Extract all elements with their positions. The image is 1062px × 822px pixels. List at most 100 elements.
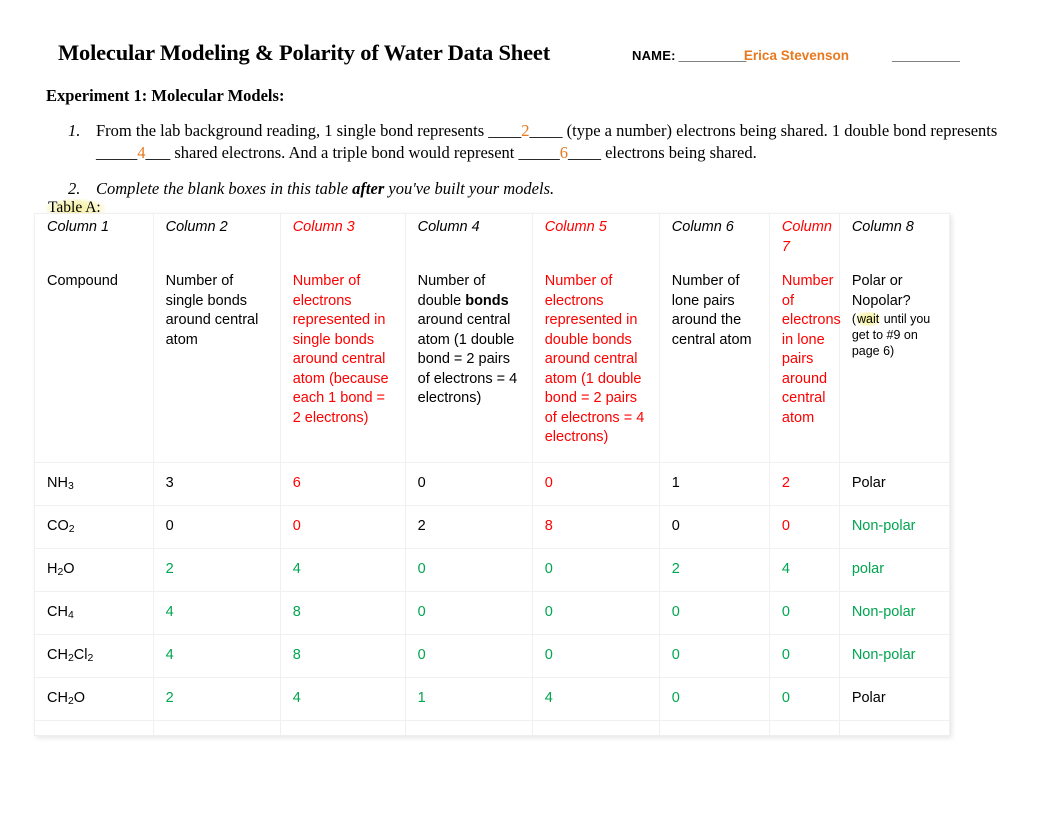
spacer-cell — [658, 719, 770, 736]
cell-col3[interactable]: 8 — [279, 633, 406, 678]
cell-col2[interactable]: 4 — [152, 590, 281, 635]
column-header-2: Column 2 — [152, 213, 281, 261]
cell-col6[interactable]: 2 — [658, 547, 770, 592]
column-description-8-main: Polar or Nopolar? — [851, 273, 911, 309]
cell-col8[interactable]: Non-polar — [838, 590, 951, 635]
spacer-cell — [404, 719, 533, 736]
cell-col7[interactable]: 0 — [768, 504, 840, 549]
column-header-1: Column 1 — [34, 213, 154, 261]
experiment-heading: Experiment 1: Molecular Models: — [46, 86, 285, 105]
cell-col6[interactable]: 0 — [658, 504, 770, 549]
secondary-blank-rule: __________ — [892, 48, 960, 63]
column-description-2: Number of single bonds around central at… — [152, 261, 281, 463]
cell-col5[interactable]: 4 — [531, 676, 660, 721]
compound-subscript-1: 4 — [67, 610, 74, 622]
question-1-blank2-pre: _____ — [96, 143, 138, 162]
student-name-value: Erica Stevenson — [743, 48, 849, 63]
cell-col6[interactable]: 0 — [658, 590, 770, 635]
cell-col5[interactable]: 0 — [531, 590, 660, 635]
cell-col3[interactable]: 4 — [279, 547, 406, 592]
spacer-cell — [838, 719, 951, 736]
spacer-cell — [34, 719, 154, 736]
compound-formula-main: CO — [47, 517, 69, 534]
column-header-8: Column 8 — [838, 213, 951, 261]
cell-col3[interactable]: 4 — [279, 676, 406, 721]
column-description-6: Number of lone pairs around the central … — [658, 261, 770, 463]
cell-col2[interactable]: 2 — [152, 676, 281, 721]
compound-formula-main: CH — [47, 646, 68, 663]
question-item-2: 2. Complete the blank boxes in this tabl… — [68, 178, 998, 200]
cell-col5[interactable]: 0 — [531, 547, 660, 592]
name-field-block: NAME: __________ Erica Stevenson — [632, 48, 849, 63]
table-body: NH3 3 6 0 0 1 2 Polar CO 2 0 0 2 8 0 0 No… — [34, 461, 951, 736]
column-header-7: Column 7 — [768, 213, 840, 261]
cell-col4[interactable]: 2 — [404, 504, 533, 549]
cell-col7[interactable]: 4 — [768, 547, 840, 592]
cell-col3[interactable]: 0 — [279, 504, 406, 549]
cell-col8[interactable]: Non-polar — [838, 504, 951, 549]
cell-col2[interactable]: 0 — [152, 504, 281, 549]
compound-cell: CH4 — [34, 590, 154, 635]
compound-subscript-1: 3 — [67, 481, 74, 493]
cell-col7[interactable]: 2 — [768, 461, 840, 506]
cell-col5[interactable]: 0 — [531, 461, 660, 506]
table-row: CH2Cl2 4 8 0 0 0 0 Non-polar — [34, 633, 951, 678]
compound-cell: CH2Cl2 — [34, 633, 154, 678]
page-title: Molecular Modeling & Polarity of Water D… — [58, 40, 550, 65]
cell-col4[interactable]: 0 — [404, 590, 533, 635]
cell-col7[interactable]: 0 — [768, 590, 840, 635]
cell-col6[interactable]: 0 — [658, 633, 770, 678]
column-description-4-b: around central atom (1 double bond = 2 p… — [417, 312, 518, 406]
table-row: CO2 0 0 2 8 0 0 Non-polar — [34, 504, 951, 549]
question-1-answer-2: 4 — [137, 143, 146, 162]
compound-subscript-2: 2 — [87, 653, 94, 665]
cell-col4[interactable]: 0 — [404, 547, 533, 592]
name-blank-rule: __________ — [678, 48, 747, 63]
table-row: CH4 4 8 0 0 0 0 Non-polar — [34, 590, 951, 635]
question-1-blank3-post: ____ — [567, 143, 601, 162]
column-header-5: Column 5 — [531, 213, 660, 261]
cell-col8[interactable]: Non-polar — [838, 633, 951, 678]
cell-col8[interactable]: polar — [838, 547, 951, 592]
cell-col7[interactable]: 0 — [768, 633, 840, 678]
compound-formula-main: CH — [47, 689, 68, 706]
question-1-number: 1. — [68, 121, 81, 140]
compound-cell: CH2O — [34, 676, 154, 721]
question-1-text-part4: electrons being shared. — [600, 143, 757, 162]
column-description-8-note-highlight: wait — [855, 312, 881, 326]
cell-col4[interactable]: 0 — [404, 461, 533, 506]
question-1-blank1-post: ____ — [529, 121, 563, 140]
column-description-4: Number of double bonds around central at… — [404, 261, 533, 463]
cell-col5[interactable]: 0 — [531, 633, 660, 678]
table-row: NH3 3 6 0 0 1 2 Polar — [34, 461, 951, 506]
cell-col2[interactable]: 4 — [152, 633, 281, 678]
cell-col6[interactable]: 0 — [658, 676, 770, 721]
cell-col2[interactable]: 2 — [152, 547, 281, 592]
compound-subscript-1: 2 — [67, 696, 74, 708]
spacer-cell — [531, 719, 660, 736]
question-list: 1. From the lab background reading, 1 si… — [68, 120, 998, 214]
question-1-answer-3: 6 — [559, 143, 568, 162]
column-header-3: Column 3 — [279, 213, 406, 261]
column-header-4: Column 4 — [404, 213, 533, 261]
cell-col7[interactable]: 0 — [768, 676, 840, 721]
cell-col5[interactable]: 8 — [531, 504, 660, 549]
question-1-text-part2: (type a number) electrons being shared. … — [562, 121, 998, 140]
cell-col3[interactable]: 6 — [279, 461, 406, 506]
question-1-answer-1: 2 — [521, 121, 530, 140]
cell-col4[interactable]: 1 — [404, 676, 533, 721]
cell-col6[interactable]: 1 — [658, 461, 770, 506]
cell-col8[interactable]: Polar — [838, 461, 951, 506]
question-1-text-part3: shared electrons. And a triple bond woul… — [170, 143, 519, 162]
compound-formula-mid: O — [63, 560, 75, 577]
question-2-text-pre: Complete the blank boxes in this table — [96, 179, 353, 198]
compound-cell: NH3 — [34, 461, 154, 506]
column-description-3: Number of electrons represented in singl… — [279, 261, 406, 463]
compound-formula-mid: O — [73, 689, 86, 706]
cell-col2[interactable]: 3 — [152, 461, 281, 506]
cell-col4[interactable]: 0 — [404, 633, 533, 678]
cell-col3[interactable]: 8 — [279, 590, 406, 635]
question-2-text-post: you've built your models. — [384, 179, 555, 198]
cell-col8[interactable]: Polar — [838, 676, 951, 721]
compound-subscript-1: 2 — [67, 653, 74, 665]
